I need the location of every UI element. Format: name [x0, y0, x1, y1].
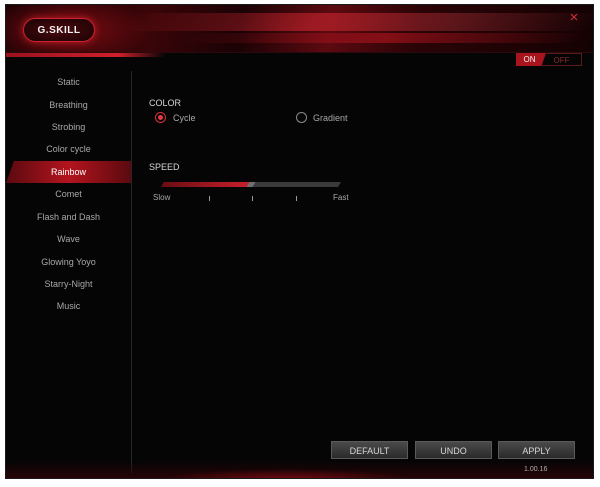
header-streak — [182, 33, 590, 43]
sidebar-item-strobing[interactable]: Strobing — [6, 116, 131, 138]
speed-section-label: SPEED — [149, 162, 180, 172]
undo-button[interactable]: UNDO — [415, 441, 492, 459]
header-banner: G.SKILL × — [6, 5, 593, 53]
app-window: G.SKILL × ON OFF Static Breathing Strobi… — [5, 4, 594, 479]
gskill-logo: G.SKILL — [23, 18, 95, 42]
speed-slow-label: Slow — [153, 193, 171, 202]
cycle-radio[interactable] — [155, 112, 166, 123]
sidebar-divider — [131, 71, 132, 473]
sidebar-item-breathing[interactable]: Breathing — [6, 94, 131, 116]
effect-sidebar: Static Breathing Strobing Color cycle Ra… — [6, 71, 131, 461]
sidebar-item-wave[interactable]: Wave — [6, 228, 131, 250]
sidebar-item-flash-and-dash[interactable]: Flash and Dash — [6, 206, 131, 228]
toggle-on-button[interactable]: ON — [516, 53, 546, 66]
color-section-label: COLOR — [149, 98, 182, 108]
default-button[interactable]: DEFAULT — [331, 441, 408, 459]
sidebar-item-comet[interactable]: Comet — [6, 183, 131, 205]
speed-slider-fill — [161, 182, 251, 187]
speed-tick — [296, 196, 297, 201]
sidebar-item-rainbow[interactable]: Rainbow — [6, 161, 131, 183]
sidebar-item-color-cycle[interactable]: Color cycle — [6, 138, 131, 160]
sidebar-item-static[interactable]: Static — [6, 71, 131, 93]
speed-slider[interactable] — [161, 182, 341, 187]
sidebar-item-starry-night[interactable]: Starry-Night — [6, 273, 131, 295]
header-streak — [119, 13, 593, 31]
sidebar-item-music[interactable]: Music — [6, 295, 131, 317]
logo-text: G.SKILL — [37, 24, 81, 36]
power-toggle[interactable]: ON OFF — [516, 53, 586, 66]
speed-fast-label: Fast — [333, 193, 349, 202]
sidebar-item-glowing-yoyo[interactable]: Glowing Yoyo — [6, 251, 131, 273]
header-accent-line — [6, 53, 166, 57]
version-label: 1.00.16 — [524, 466, 548, 473]
close-icon[interactable]: × — [567, 10, 581, 25]
gradient-radio[interactable] — [296, 112, 307, 123]
footer-glow — [6, 461, 593, 478]
cycle-radio-label: Cycle — [173, 113, 196, 123]
toggle-off-button[interactable]: OFF — [542, 53, 582, 66]
speed-tick — [252, 196, 253, 201]
gradient-radio-label: Gradient — [313, 113, 348, 123]
speed-tick — [209, 196, 210, 201]
apply-button[interactable]: APPLY — [498, 441, 575, 459]
